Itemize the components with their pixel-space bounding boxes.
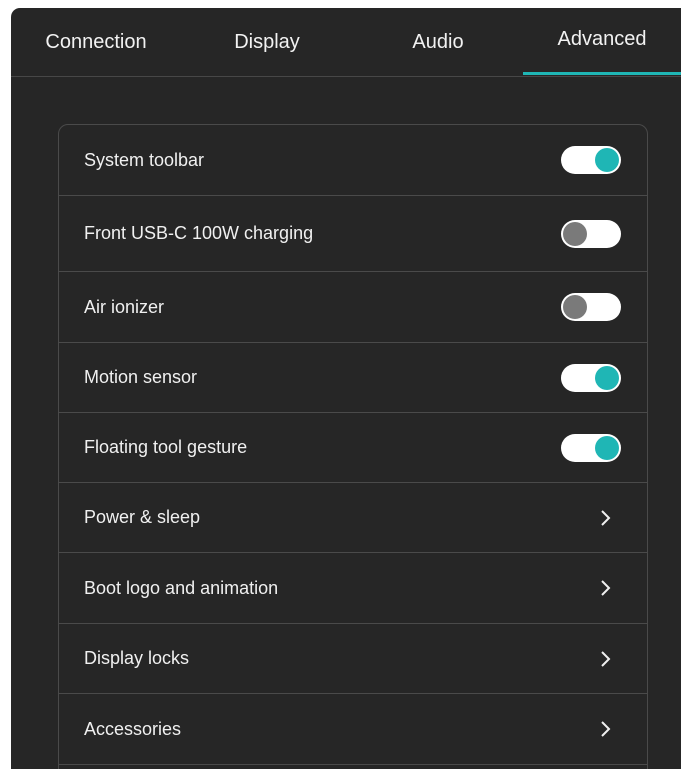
setting-row-display-locks[interactable]: Display locks — [59, 624, 647, 694]
toggle-knob — [563, 295, 587, 319]
motion-sensor-toggle[interactable] — [561, 363, 621, 392]
tab-audio[interactable]: Audio — [353, 8, 523, 76]
setting-row-floating-tool-gesture[interactable]: Floating tool gesture — [59, 413, 647, 483]
setting-label: Front USB-C 100W charging — [84, 223, 314, 243]
tab-advanced[interactable]: Advanced — [523, 8, 681, 73]
setting-label: Power & sleep — [84, 507, 201, 527]
system-toolbar-toggle[interactable] — [561, 146, 621, 174]
chevron-right-icon — [601, 650, 611, 667]
setting-row-motion-sensor[interactable]: Motion sensor — [59, 343, 647, 413]
front-usb-c-charging-toggle[interactable] — [561, 219, 621, 248]
settings-window: Connection Display Audio Advanced System… — [11, 8, 681, 769]
setting-row-accessories[interactable]: Accessories — [59, 694, 647, 765]
chevron-right-icon — [601, 509, 611, 526]
toggle-knob — [595, 365, 619, 390]
tab-bar: Connection Display Audio Advanced — [11, 8, 681, 77]
setting-label: Floating tool gesture — [84, 437, 248, 457]
chevron-right-icon — [601, 721, 611, 737]
setting-label: System toolbar — [84, 149, 205, 170]
chevron-right-icon — [601, 580, 611, 596]
setting-label: Boot logo and animation — [84, 577, 279, 598]
setting-row-boot-logo[interactable]: Boot logo and animation — [59, 553, 647, 624]
setting-row-front-usb-c-charging[interactable]: Front USB-C 100W charging — [59, 196, 647, 272]
setting-label: Air ionizer — [84, 296, 165, 317]
setting-row-system-toolbar[interactable]: System toolbar — [59, 125, 647, 196]
tab-display[interactable]: Display — [181, 8, 353, 76]
active-tab-indicator — [523, 72, 681, 75]
setting-label: Accessories — [84, 718, 182, 739]
setting-row-power-sleep[interactable]: Power & sleep — [59, 483, 647, 553]
setting-row-air-ionizer[interactable]: Air ionizer — [59, 272, 647, 343]
advanced-settings-list: System toolbar Front USB-C 100W charging… — [58, 124, 648, 769]
setting-label: Motion sensor — [84, 367, 198, 387]
tab-connection[interactable]: Connection — [11, 8, 181, 76]
toggle-knob — [563, 221, 587, 246]
setting-label: Display locks — [84, 648, 190, 668]
air-ionizer-toggle[interactable] — [561, 293, 621, 321]
toggle-knob — [595, 148, 619, 172]
floating-tool-gesture-toggle[interactable] — [561, 433, 621, 462]
toggle-knob — [595, 435, 619, 460]
